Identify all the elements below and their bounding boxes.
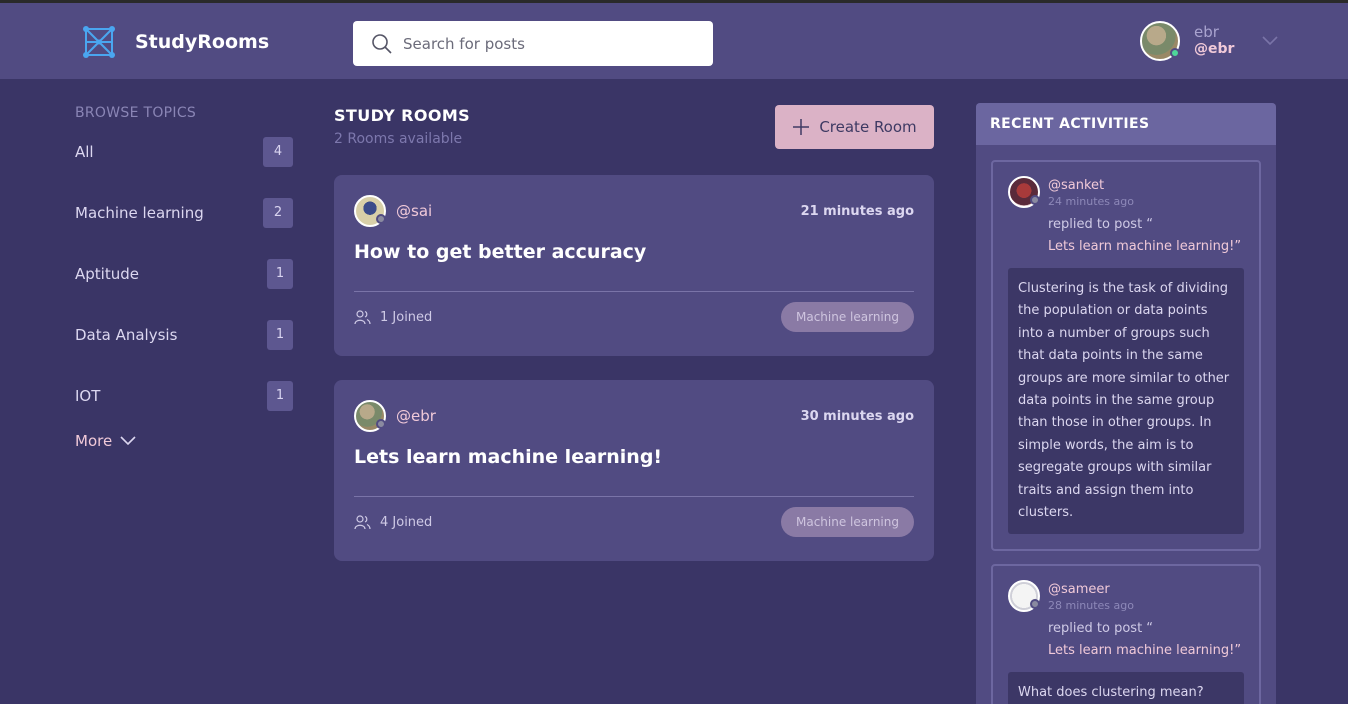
topic-label: Data Analysis	[75, 325, 178, 344]
status-dot	[376, 419, 386, 429]
top-navbar: StudyRooms ebr @ebr	[0, 0, 1348, 79]
status-dot	[376, 214, 386, 224]
sidebar-title: BROWSE TOPICS	[75, 105, 197, 121]
activity-post-link[interactable]: Lets learn machine learning!”	[1048, 640, 1241, 662]
topic-label: IOT	[75, 386, 101, 405]
activity-user[interactable]: @sanket	[1048, 178, 1241, 194]
topic-count-badge: 1	[267, 319, 293, 350]
avatar[interactable]	[354, 400, 386, 432]
study-rooms-section: STUDY ROOMS 2 Rooms available Create Roo…	[334, 105, 934, 561]
activity-title: RECENT ACTIVITIES	[976, 103, 1276, 145]
room-time: 21 minutes ago	[800, 203, 914, 219]
brand[interactable]: StudyRooms	[82, 25, 269, 59]
user-name: ebr	[1194, 23, 1219, 41]
topic-tag[interactable]: Machine learning	[780, 507, 914, 537]
sidebar-item-all[interactable]: All 4	[75, 121, 293, 182]
create-room-button[interactable]: Create Room	[775, 105, 934, 149]
room-title[interactable]: How to get better accuracy	[354, 241, 914, 263]
chevron-down-icon[interactable]	[1262, 36, 1278, 46]
room-host[interactable]: @ebr	[354, 400, 436, 432]
sidebar-item-iot[interactable]: IOT 1	[75, 365, 293, 426]
activity-user[interactable]: @sameer	[1048, 582, 1241, 598]
topic-count-badge: 1	[267, 258, 293, 289]
activity-message: Clustering is the task of dividing the p…	[1008, 268, 1244, 535]
activity-time: 28 minutes ago	[1048, 599, 1134, 612]
activity-action: replied to post “	[1048, 621, 1154, 636]
online-status-dot	[1170, 48, 1180, 58]
avatar[interactable]	[1008, 580, 1040, 612]
activity-item: @sameer 28 minutes ago replied to post “…	[991, 564, 1261, 704]
user-handle: @ebr	[1194, 41, 1235, 57]
topic-count-badge: 4	[263, 136, 293, 167]
plus-icon	[793, 119, 810, 135]
chevron-down-icon	[120, 436, 136, 446]
room-time: 30 minutes ago	[800, 408, 914, 424]
joined-label: 1 Joined	[380, 309, 433, 325]
sidebar-item-aptitude[interactable]: Aptitude 1	[75, 243, 293, 304]
room-card[interactable]: @ebr 30 minutes ago Lets learn machine l…	[334, 380, 934, 561]
activity-time: 24 minutes ago	[1048, 195, 1134, 208]
room-card[interactable]: @sai 21 minutes ago How to get better ac…	[334, 175, 934, 356]
topic-label: Aptitude	[75, 264, 139, 283]
search-icon	[372, 33, 392, 54]
topic-tag[interactable]: Machine learning	[780, 302, 914, 332]
topics-sidebar: BROWSE TOPICS All 4 Machine learning 2 A…	[75, 105, 293, 450]
avatar[interactable]	[354, 195, 386, 227]
users-icon	[354, 309, 371, 324]
topic-count-badge: 1	[267, 380, 293, 411]
user-menu[interactable]: ebr @ebr	[1140, 21, 1278, 61]
sidebar-item-data-analysis[interactable]: Data Analysis 1	[75, 304, 293, 365]
more-topics-button[interactable]: More	[75, 432, 293, 450]
activity-action: replied to post “	[1048, 217, 1154, 232]
more-label: More	[75, 432, 113, 450]
status-dot	[1030, 599, 1040, 609]
search-input[interactable]	[403, 28, 693, 59]
topic-label: All	[75, 142, 94, 161]
avatar[interactable]	[1140, 21, 1180, 61]
room-host-name[interactable]: @sai	[396, 202, 432, 220]
recent-activities-panel: RECENT ACTIVITIES @sanket 24 minutes ago…	[976, 103, 1276, 704]
divider	[354, 291, 914, 292]
sidebar-item-machine-learning[interactable]: Machine learning 2	[75, 182, 293, 243]
joined-count: 1 Joined	[354, 310, 432, 325]
room-host[interactable]: @sai	[354, 195, 432, 227]
topic-count-badge: 2	[263, 197, 293, 228]
activity-post-link[interactable]: Lets learn machine learning!”	[1048, 236, 1241, 258]
create-room-label: Create Room	[819, 118, 917, 136]
status-dot	[1030, 195, 1040, 205]
room-title[interactable]: Lets learn machine learning!	[354, 446, 914, 468]
topic-label: Machine learning	[75, 203, 204, 222]
avatar[interactable]	[1008, 176, 1040, 208]
joined-count: 4 Joined	[354, 515, 432, 530]
search-bar[interactable]	[353, 21, 713, 66]
users-icon	[354, 514, 371, 529]
activity-message: What does clustering mean?	[1008, 672, 1244, 704]
activity-item: @sanket 24 minutes ago replied to post “…	[991, 160, 1261, 552]
brand-name: StudyRooms	[135, 31, 270, 53]
network-logo-icon	[83, 26, 115, 58]
joined-label: 4 Joined	[380, 514, 433, 530]
divider	[354, 496, 914, 497]
room-host-name[interactable]: @ebr	[396, 407, 436, 425]
user-info: ebr @ebr	[1194, 24, 1234, 58]
